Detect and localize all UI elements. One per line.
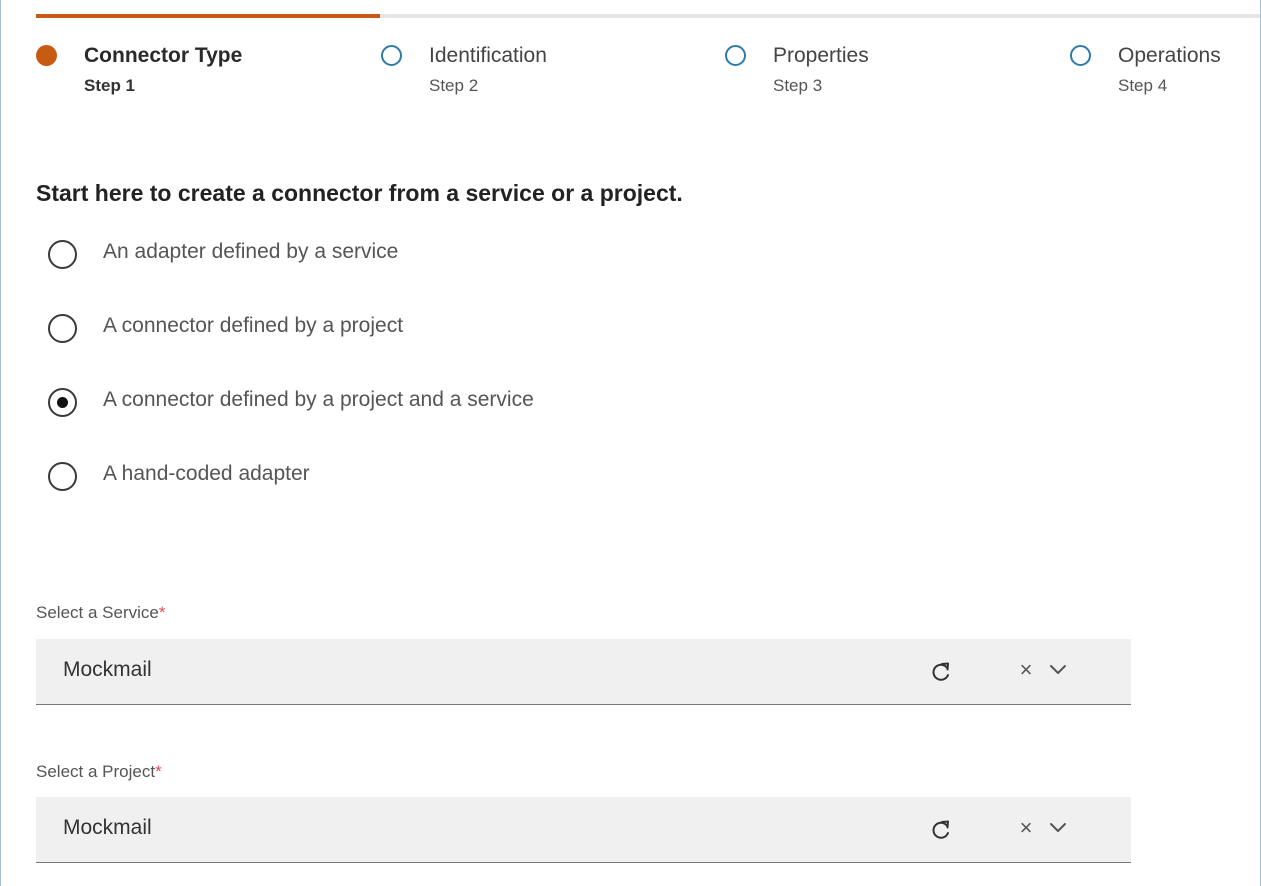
refresh-icon[interactable] <box>929 659 953 685</box>
radio-option-project-connector[interactable]: A connector defined by a project <box>48 314 748 344</box>
step-properties[interactable]: Properties Step 3 <box>725 44 1025 100</box>
progress-fill <box>36 14 380 18</box>
radio-button[interactable] <box>48 462 77 491</box>
required-marker: * <box>158 603 166 622</box>
radio-selected-dot <box>57 397 68 408</box>
project-label-text: Select a Project <box>36 762 156 781</box>
chevron-down-icon[interactable] <box>1049 663 1067 677</box>
step-pending-dot <box>381 45 402 66</box>
radio-button[interactable] <box>48 240 77 269</box>
step-number: Step 1 <box>84 76 136 95</box>
radio-option-service-adapter[interactable]: An adapter defined by a service <box>48 240 748 270</box>
service-field-label: Select a Service* <box>36 603 165 623</box>
step-number: Step 2 <box>429 76 479 95</box>
radio-label: A connector defined by a project <box>103 314 404 337</box>
service-label-text: Select a Service <box>36 603 159 622</box>
step-number: Step 3 <box>773 76 823 95</box>
wizard-panel: Connector Type Step 1 Identification Ste… <box>0 0 1261 886</box>
section-heading: Start here to create a connector from a … <box>36 180 683 206</box>
refresh-icon[interactable] <box>929 817 953 843</box>
step-pending-dot <box>1070 45 1091 66</box>
radio-button[interactable] <box>48 314 77 343</box>
step-connector-type[interactable]: Connector Type Step 1 <box>36 44 336 100</box>
radio-label: A connector defined by a project and a s… <box>103 388 534 411</box>
step-name: Connector Type <box>84 44 243 67</box>
step-name: Identification <box>429 44 547 67</box>
step-name: Operations <box>1118 44 1221 67</box>
radio-button-selected[interactable] <box>48 388 77 417</box>
radio-option-hand-coded[interactable]: A hand-coded adapter <box>48 462 748 492</box>
step-identification[interactable]: Identification Step 2 <box>381 44 681 100</box>
radio-label: A hand-coded adapter <box>103 462 310 485</box>
step-operations[interactable]: Operations Step 4 <box>1070 44 1255 100</box>
progress-track <box>36 14 1260 18</box>
step-active-dot <box>36 45 57 66</box>
project-select-value: Mockmail <box>63 816 152 839</box>
chevron-down-icon[interactable] <box>1049 821 1067 835</box>
required-marker: * <box>155 762 162 781</box>
step-name: Properties <box>773 44 869 67</box>
project-select[interactable]: Mockmail × <box>36 797 1131 863</box>
step-number: Step 4 <box>1118 76 1168 95</box>
service-select-value: Mockmail <box>63 658 152 681</box>
radio-label: An adapter defined by a service <box>103 240 399 263</box>
step-pending-dot <box>725 45 746 66</box>
radio-option-project-service-connector[interactable]: A connector defined by a project and a s… <box>48 388 748 418</box>
project-field-label: Select a Project* <box>36 762 162 782</box>
clear-icon[interactable]: × <box>1016 657 1036 683</box>
clear-icon[interactable]: × <box>1016 815 1036 841</box>
service-select[interactable]: Mockmail × <box>36 639 1131 705</box>
